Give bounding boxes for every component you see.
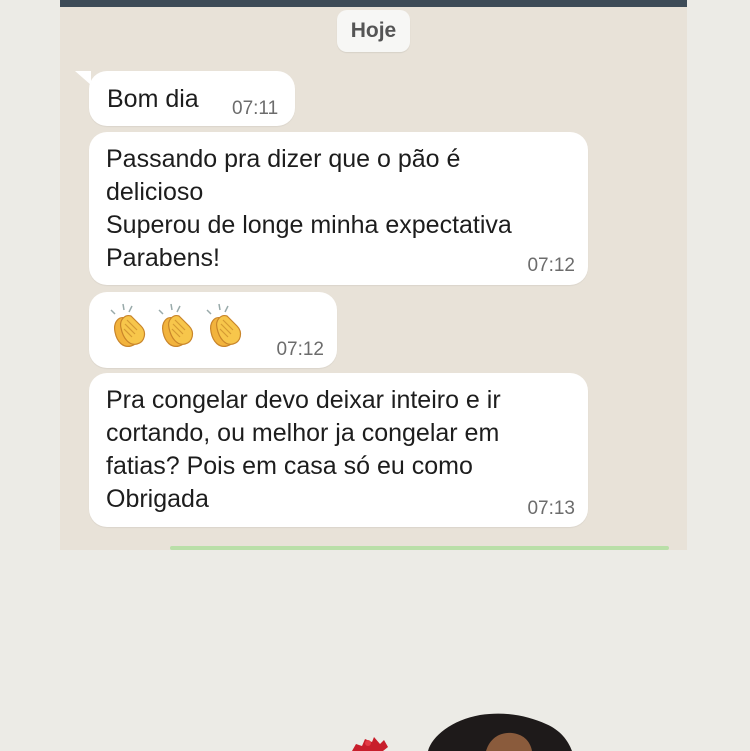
bubble-tail bbox=[75, 71, 91, 85]
message-time: 07:12 bbox=[527, 255, 575, 276]
message-bubble[interactable]: Passando pra dizer que o pão é delicioso… bbox=[89, 132, 588, 285]
message-text: Passando pra dizer que o pão é delicioso… bbox=[106, 145, 512, 272]
clapping-hands-icon bbox=[206, 303, 242, 347]
message-bubble[interactable]: 07:12 bbox=[89, 292, 337, 368]
message-bubble[interactable]: Pra congelar devo deixar inteiro e ir co… bbox=[89, 373, 588, 527]
date-chip: Hoje bbox=[337, 10, 410, 52]
sticker-decoration bbox=[352, 713, 572, 751]
message-text: Bom dia bbox=[107, 85, 199, 113]
clapping-hands-icon bbox=[158, 303, 194, 347]
chat-header-bar bbox=[60, 0, 687, 7]
outgoing-bubble-edge bbox=[170, 546, 669, 550]
message-time: 07:12 bbox=[276, 339, 324, 360]
clapping-hands-icon bbox=[110, 303, 146, 347]
message-time: 07:11 bbox=[232, 98, 279, 119]
message-time: 07:13 bbox=[527, 498, 575, 519]
message-text: Pra congelar devo deixar inteiro e ir co… bbox=[106, 386, 501, 513]
message-bubble[interactable]: Bom dia 07:11 bbox=[89, 71, 295, 126]
